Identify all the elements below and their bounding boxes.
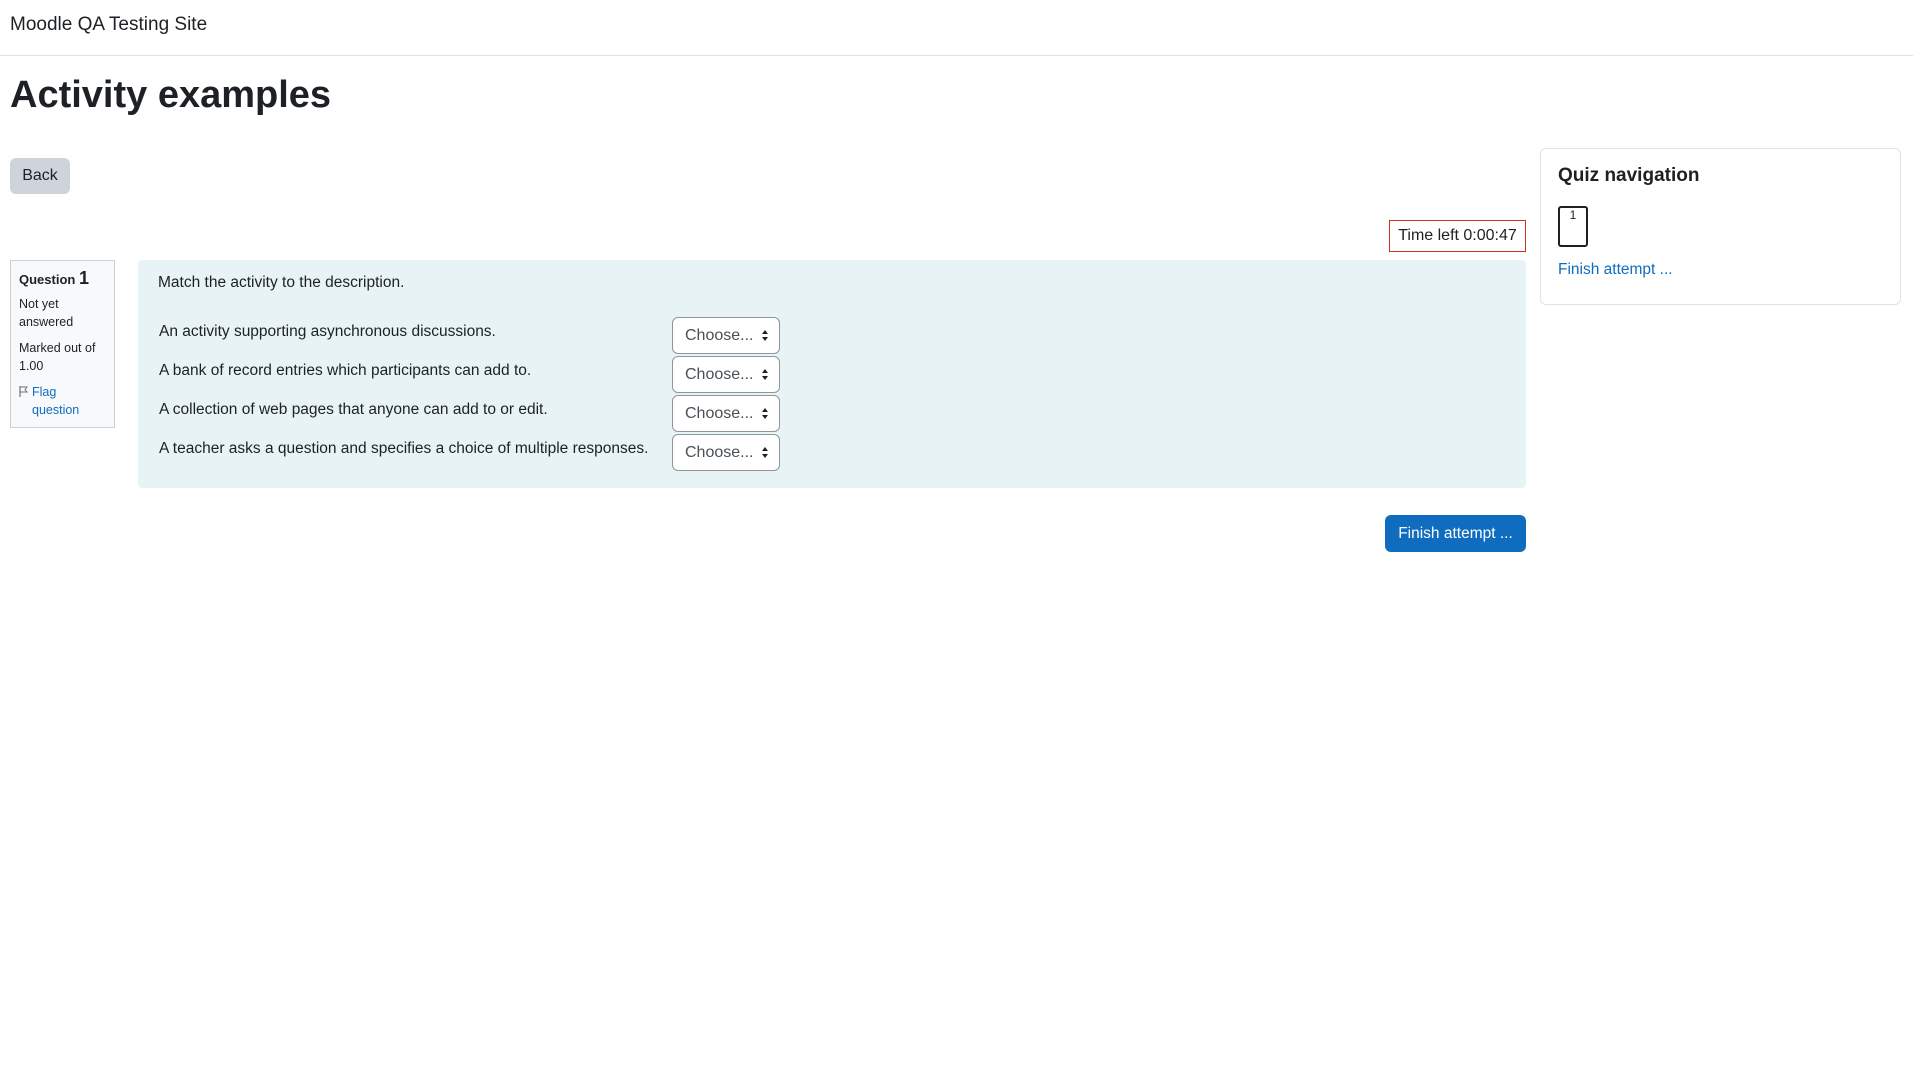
quiz-navigation-title: Quiz navigation: [1558, 165, 1700, 186]
question-info: Question 1 Not yet answered Marked out o…: [10, 260, 115, 428]
quiz-navigation-block: Quiz navigation 1 Finish attempt ...: [1540, 148, 1901, 305]
finish-attempt-link[interactable]: Finish attempt ...: [1558, 261, 1673, 279]
question-text: Match the activity to the description.: [158, 274, 405, 291]
question-state: Not yet answered: [19, 297, 74, 329]
question-label: Question: [19, 272, 76, 287]
match-stem: An activity supporting asynchronous disc…: [159, 323, 496, 340]
flag-question-link[interactable]: Flag question: [19, 383, 106, 419]
sort-caret-icon: [762, 447, 768, 458]
question-number-value: 1: [78, 268, 89, 288]
question-grade: Marked out of 1.00: [19, 341, 96, 373]
match-answer-select[interactable]: Choose...: [672, 434, 780, 471]
site-name-link[interactable]: Moodle QA Testing Site: [10, 14, 207, 36]
question-formulation: Match the activity to the description. A…: [138, 260, 1526, 488]
flag-icon: [19, 385, 29, 419]
match-row: A teacher asks a question and specifies …: [158, 434, 858, 471]
select-value: Choose...: [685, 327, 754, 344]
match-row: A collection of web pages that anyone ca…: [158, 395, 858, 432]
finish-attempt-button[interactable]: Finish attempt ...: [1385, 515, 1526, 552]
match-stem: A bank of record entries which participa…: [159, 362, 532, 379]
match-answer-select[interactable]: Choose...: [672, 395, 780, 432]
quiz-timer: Time left 0:00:47: [1389, 220, 1526, 252]
match-answer-select[interactable]: Choose...: [672, 356, 780, 393]
back-button[interactable]: Back: [10, 158, 70, 194]
top-navbar: Moodle QA Testing Site: [0, 0, 1913, 56]
sort-caret-icon: [762, 330, 768, 341]
match-stem: A teacher asks a question and specifies …: [159, 440, 649, 457]
match-row: An activity supporting asynchronous disc…: [158, 317, 858, 354]
sort-caret-icon: [762, 408, 768, 419]
select-value: Choose...: [685, 444, 754, 461]
flag-question-label: Flag question: [32, 385, 80, 417]
question-number: Question 1: [19, 269, 106, 289]
sort-caret-icon: [762, 369, 768, 380]
select-value: Choose...: [685, 405, 754, 422]
match-row: A bank of record entries which participa…: [158, 356, 858, 393]
match-answer-select[interactable]: Choose...: [672, 317, 780, 354]
quiz-nav-question-button[interactable]: 1: [1558, 206, 1588, 247]
match-stem: A collection of web pages that anyone ca…: [159, 401, 548, 418]
select-value: Choose...: [685, 366, 754, 383]
page-title: Activity examples: [10, 74, 332, 116]
